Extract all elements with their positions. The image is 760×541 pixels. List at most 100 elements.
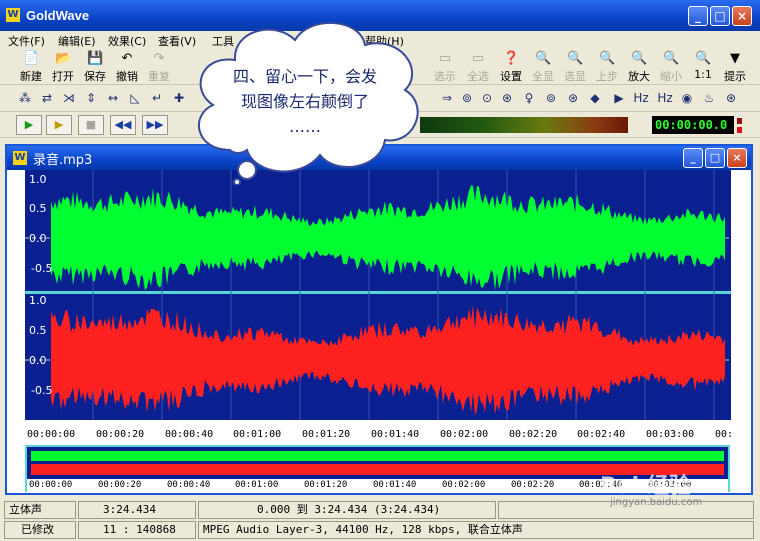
- maximize-button[interactable]: □: [710, 6, 730, 26]
- menu-file[interactable]: 文件(F): [8, 33, 45, 49]
- effect-icon-5[interactable]: ↔: [104, 89, 122, 107]
- timeline-tick: 00:01:40: [371, 429, 420, 440]
- tips-button[interactable]: ▼ 提示: [720, 51, 750, 83]
- select-view-button[interactable]: ▭ 选示: [430, 51, 460, 83]
- status-modified: 已修改: [4, 521, 76, 539]
- play-button[interactable]: ▶: [16, 115, 42, 135]
- overview-tick: 00:02:00: [442, 480, 486, 490]
- zoom-previous-icon: 🔍: [599, 51, 616, 66]
- timeline-tick: 00:00:40: [165, 429, 214, 440]
- new-button[interactable]: 📄 新建: [16, 51, 46, 83]
- minimize-button[interactable]: _: [688, 6, 708, 26]
- show-selection-button[interactable]: 🔍 选显: [560, 51, 590, 83]
- timeline-tick: 00:01:20: [302, 429, 351, 440]
- effect-icon-22[interactable]: ⊛: [722, 89, 740, 107]
- effect-icon-19[interactable]: Hz: [656, 89, 674, 107]
- zoom-out-button[interactable]: 🔍 缩小: [656, 51, 686, 83]
- zoom-in-button[interactable]: 🔍 放大: [624, 51, 654, 83]
- timeline-tick: 00:02:40: [577, 429, 626, 440]
- undo-icon: ↶: [121, 51, 133, 66]
- zoom-in-icon: 🔍: [631, 51, 648, 66]
- zoom-selection-icon: 🔍: [567, 51, 584, 66]
- doc-minimize-button[interactable]: _: [683, 148, 703, 168]
- timeline-tick: 00:: [715, 429, 734, 440]
- menu-effects[interactable]: 效果(C): [108, 33, 146, 49]
- play-selection-button[interactable]: ▶: [46, 115, 72, 135]
- effect-icon-2[interactable]: ⇄: [38, 89, 56, 107]
- effect-icon-3[interactable]: ⋊: [60, 89, 78, 107]
- effect-icon-12[interactable]: ⊛: [498, 89, 516, 107]
- record-led-icon: [737, 127, 742, 133]
- effect-icon-20[interactable]: ◉: [678, 89, 696, 107]
- zoom-1to1-button[interactable]: 🔍 1:1: [688, 51, 718, 83]
- app-title: GoldWave: [26, 8, 90, 23]
- effect-icon-15[interactable]: ⊛: [564, 89, 582, 107]
- status-position: 11 : 140868: [78, 521, 196, 539]
- effect-icon-6[interactable]: ◺: [126, 89, 144, 107]
- zoom-out-icon: 🔍: [663, 51, 680, 66]
- level-meter: [420, 117, 628, 133]
- status-bar-2: 已修改 11 : 140868 MPEG Audio Layer-3, 4410…: [0, 520, 760, 540]
- effect-icon-14[interactable]: ⊚: [542, 89, 560, 107]
- zoom-1to1-icon: 🔍: [695, 51, 712, 66]
- menu-edit[interactable]: 编辑(E): [58, 33, 96, 49]
- zoom-all-icon: 🔍: [535, 51, 552, 66]
- show-all-button[interactable]: 🔍 全显: [528, 51, 558, 83]
- select-all-icon: ▭: [471, 51, 485, 66]
- undo-button[interactable]: ↶ 撤销: [112, 51, 142, 83]
- redo-button[interactable]: ↷ 重复: [144, 51, 174, 83]
- status-channel-mode: 立体声: [4, 501, 76, 519]
- previous-zoom-button[interactable]: 🔍 上步: [592, 51, 622, 83]
- y-label: -0.5: [31, 262, 53, 275]
- status-selection: 0.000 到 3:24.434 (3:24.434): [198, 501, 496, 519]
- document-logo-icon: W: [13, 151, 27, 165]
- y-label: 0.0: [29, 232, 47, 245]
- settings-help-icon: ❓: [503, 51, 520, 66]
- effect-icon-11[interactable]: ⊙: [478, 89, 496, 107]
- effect-icon-18[interactable]: Hz: [632, 89, 650, 107]
- document-title: 录音.mp3: [33, 153, 93, 168]
- new-file-icon: 📄: [23, 51, 40, 66]
- redo-icon: ↷: [153, 51, 165, 66]
- effect-icon-4[interactable]: ⇕: [82, 89, 100, 107]
- overview-tick: 00:00:20: [98, 480, 142, 490]
- y-label: 0.5: [29, 324, 47, 337]
- effect-icon-9[interactable]: ⇒: [438, 89, 456, 107]
- timeline-ruler[interactable]: 00:00:00 00:00:20 00:00:40 00:01:00 00:0…: [25, 425, 734, 441]
- y-label: 1.0: [29, 173, 47, 186]
- timeline-tick: 00:03:00: [646, 429, 695, 440]
- timeline-tick: 00:02:20: [509, 429, 558, 440]
- stop-button[interactable]: ■: [78, 115, 104, 135]
- effect-icon-10[interactable]: ⊚: [458, 89, 476, 107]
- effect-icon-21[interactable]: ♨: [700, 89, 718, 107]
- effect-icon-17[interactable]: ▶: [610, 89, 628, 107]
- overview-tick: 00:01:00: [235, 480, 279, 490]
- save-button[interactable]: 💾 保存: [80, 51, 110, 83]
- overview-tick: 00:01:20: [304, 480, 348, 490]
- fast-forward-button[interactable]: ▶▶: [142, 115, 168, 135]
- rewind-button[interactable]: ◀◀: [110, 115, 136, 135]
- effect-icon-16[interactable]: ◆: [586, 89, 604, 107]
- open-folder-icon: 📂: [55, 51, 72, 66]
- overview-tick: 00:00:00: [29, 480, 73, 490]
- y-label: 0.0: [29, 354, 47, 367]
- status-length: 3:24.434: [78, 501, 196, 519]
- y-label: -0.5: [31, 384, 53, 397]
- effect-icon-13[interactable]: ♀: [520, 89, 538, 107]
- goldwave-logo-icon: W: [6, 8, 20, 22]
- select-view-icon: ▭: [438, 51, 452, 66]
- doc-close-button[interactable]: ×: [727, 148, 747, 168]
- open-button[interactable]: 📂 打开: [48, 51, 78, 83]
- settings-button[interactable]: ❓ 设置: [496, 51, 526, 83]
- baidu-watermark: Bai 经验: [600, 474, 691, 499]
- doc-maximize-button[interactable]: □: [705, 148, 725, 168]
- effect-icon-7[interactable]: ↵: [148, 89, 166, 107]
- overview-tick: 00:00:40: [167, 480, 211, 490]
- record-led-icon: [737, 118, 742, 124]
- select-all-button[interactable]: ▭ 全选: [463, 51, 493, 83]
- waveform-display[interactable]: [25, 170, 731, 420]
- timeline-tick: 00:00:00: [27, 429, 76, 440]
- overview-tick: 00:01:40: [373, 480, 417, 490]
- effect-icon-1[interactable]: ⁂: [16, 89, 34, 107]
- close-button[interactable]: ×: [732, 6, 752, 26]
